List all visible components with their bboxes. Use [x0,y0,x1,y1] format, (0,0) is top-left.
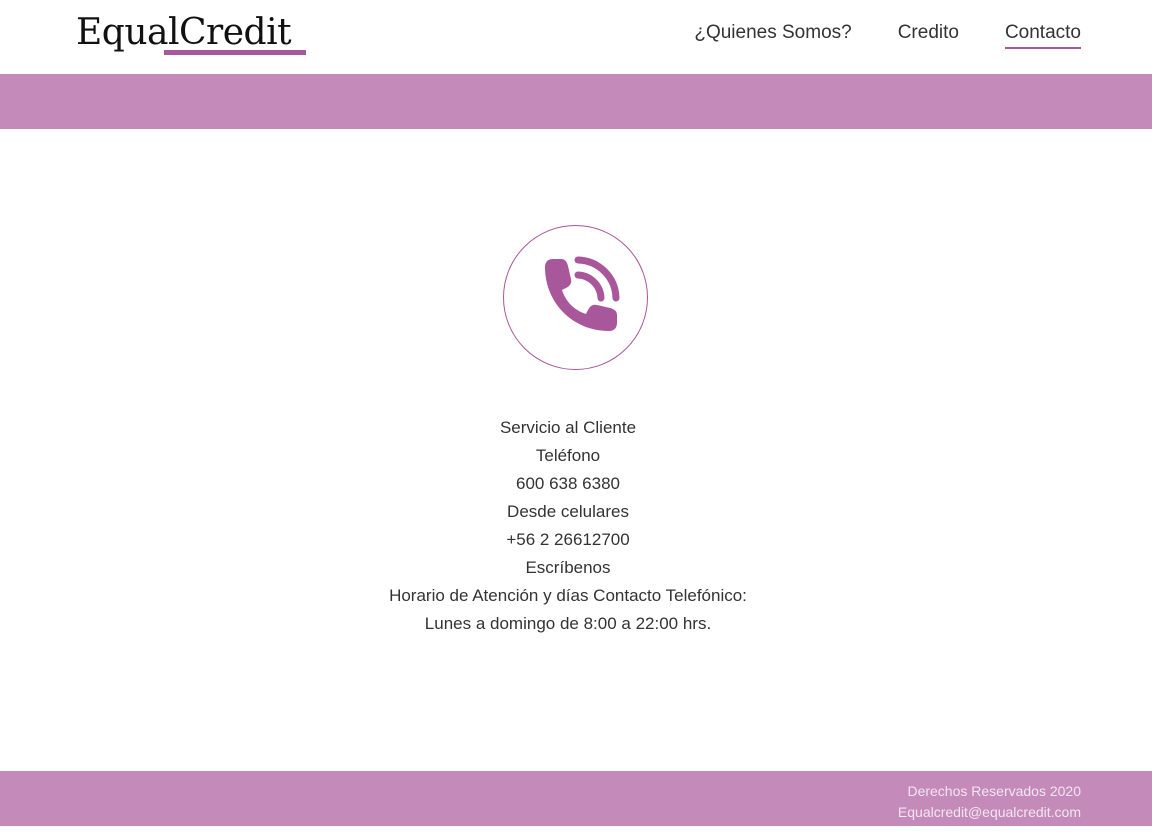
site-header: EqualCredit ¿Quienes Somos? Credito Cont… [0,0,1152,74]
phone-icon [544,256,619,331]
footer-text: Derechos Reservados 2020 Equalcredit@equ… [898,781,1081,823]
footer-email[interactable]: Equalcredit@equalcredit.com [898,802,1081,823]
phone-icon-circle [503,225,648,370]
hours-value: Lunes a domingo de 8:00 a 22:00 hrs. [424,614,712,633]
mobile-label: Desde celulares [507,502,629,521]
footer-rights: Derechos Reservados 2020 [907,783,1081,799]
mobile-number[interactable]: +56 2 26612700 [0,526,1136,554]
main-nav: ¿Quienes Somos? Credito Contacto [694,21,1081,49]
phone-label: Teléfono [535,446,601,465]
service-title: Servicio al Cliente [499,418,637,437]
nav-quienes-somos[interactable]: ¿Quienes Somos? [694,21,851,49]
contact-info: Servicio al Cliente Teléfono 600 638 638… [0,414,1136,638]
phone-number[interactable]: 600 638 6380 [0,470,1136,498]
site-footer: Derechos Reservados 2020 Equalcredit@equ… [0,771,1152,826]
nav-contacto[interactable]: Contacto [1004,21,1081,49]
nav-credito[interactable]: Credito [898,21,959,49]
header-banner [0,74,1152,129]
hours-label: Horario de Atención y días Contacto Tele… [389,586,747,605]
logo-underline [164,50,306,55]
write-us-link[interactable]: Escríbenos [0,554,1136,582]
